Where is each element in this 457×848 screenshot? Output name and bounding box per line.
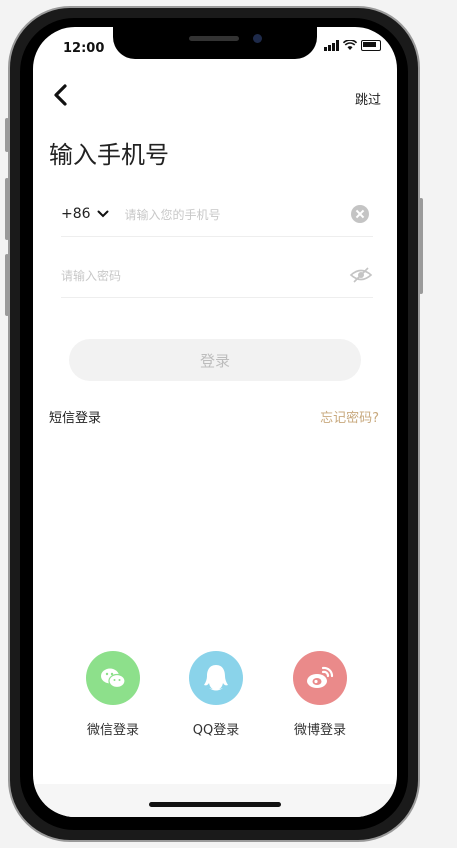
side-button-volume-up: [5, 178, 9, 240]
login-button[interactable]: 登录: [69, 339, 361, 381]
clear-icon[interactable]: [351, 205, 369, 223]
chevron-down-icon[interactable]: [97, 209, 109, 219]
eye-hidden-icon[interactable]: [349, 267, 373, 283]
password-input[interactable]: 请输入密码: [61, 267, 349, 284]
phone-input-row: +86 请输入您的手机号: [61, 192, 373, 237]
forgot-password-link[interactable]: 忘记密码?: [320, 407, 379, 426]
wechat-icon[interactable]: [86, 651, 140, 705]
password-input-row: 请输入密码: [61, 253, 373, 298]
side-button-power: [419, 198, 423, 294]
home-indicator[interactable]: [149, 802, 281, 807]
bottom-area: [33, 784, 397, 817]
battery-icon: [361, 40, 381, 51]
notch: [113, 27, 317, 59]
signal-icon: [324, 40, 339, 51]
skip-button[interactable]: 跳过: [355, 89, 381, 108]
weibo-login-button[interactable]: 微博登录: [280, 651, 360, 738]
country-code[interactable]: +86: [61, 206, 91, 222]
front-camera: [253, 34, 262, 43]
qq-icon[interactable]: [189, 651, 243, 705]
status-icons: [324, 40, 381, 51]
page-title: 输入手机号: [49, 141, 169, 169]
wechat-login-button[interactable]: 微信登录: [73, 651, 153, 738]
qq-login-button[interactable]: QQ登录: [176, 651, 256, 738]
wechat-login-label: 微信登录: [86, 723, 139, 738]
weibo-login-label: 微博登录: [293, 723, 346, 738]
sms-login-link[interactable]: 短信登录: [49, 407, 101, 426]
side-button-volume-down: [5, 254, 9, 316]
wifi-icon: [343, 40, 357, 50]
weibo-icon[interactable]: [293, 651, 347, 705]
phone-input[interactable]: 请输入您的手机号: [125, 206, 351, 223]
back-arrow-icon[interactable]: [49, 83, 73, 107]
qq-login-label: QQ登录: [192, 723, 240, 738]
status-time: 12:00: [63, 41, 105, 56]
screen: 12:00 跳过 输入手机号 +86 请输入您的手机号 请输入密码 登录 短信登…: [33, 27, 397, 817]
speaker: [189, 36, 239, 41]
side-button-mute: [5, 118, 9, 152]
